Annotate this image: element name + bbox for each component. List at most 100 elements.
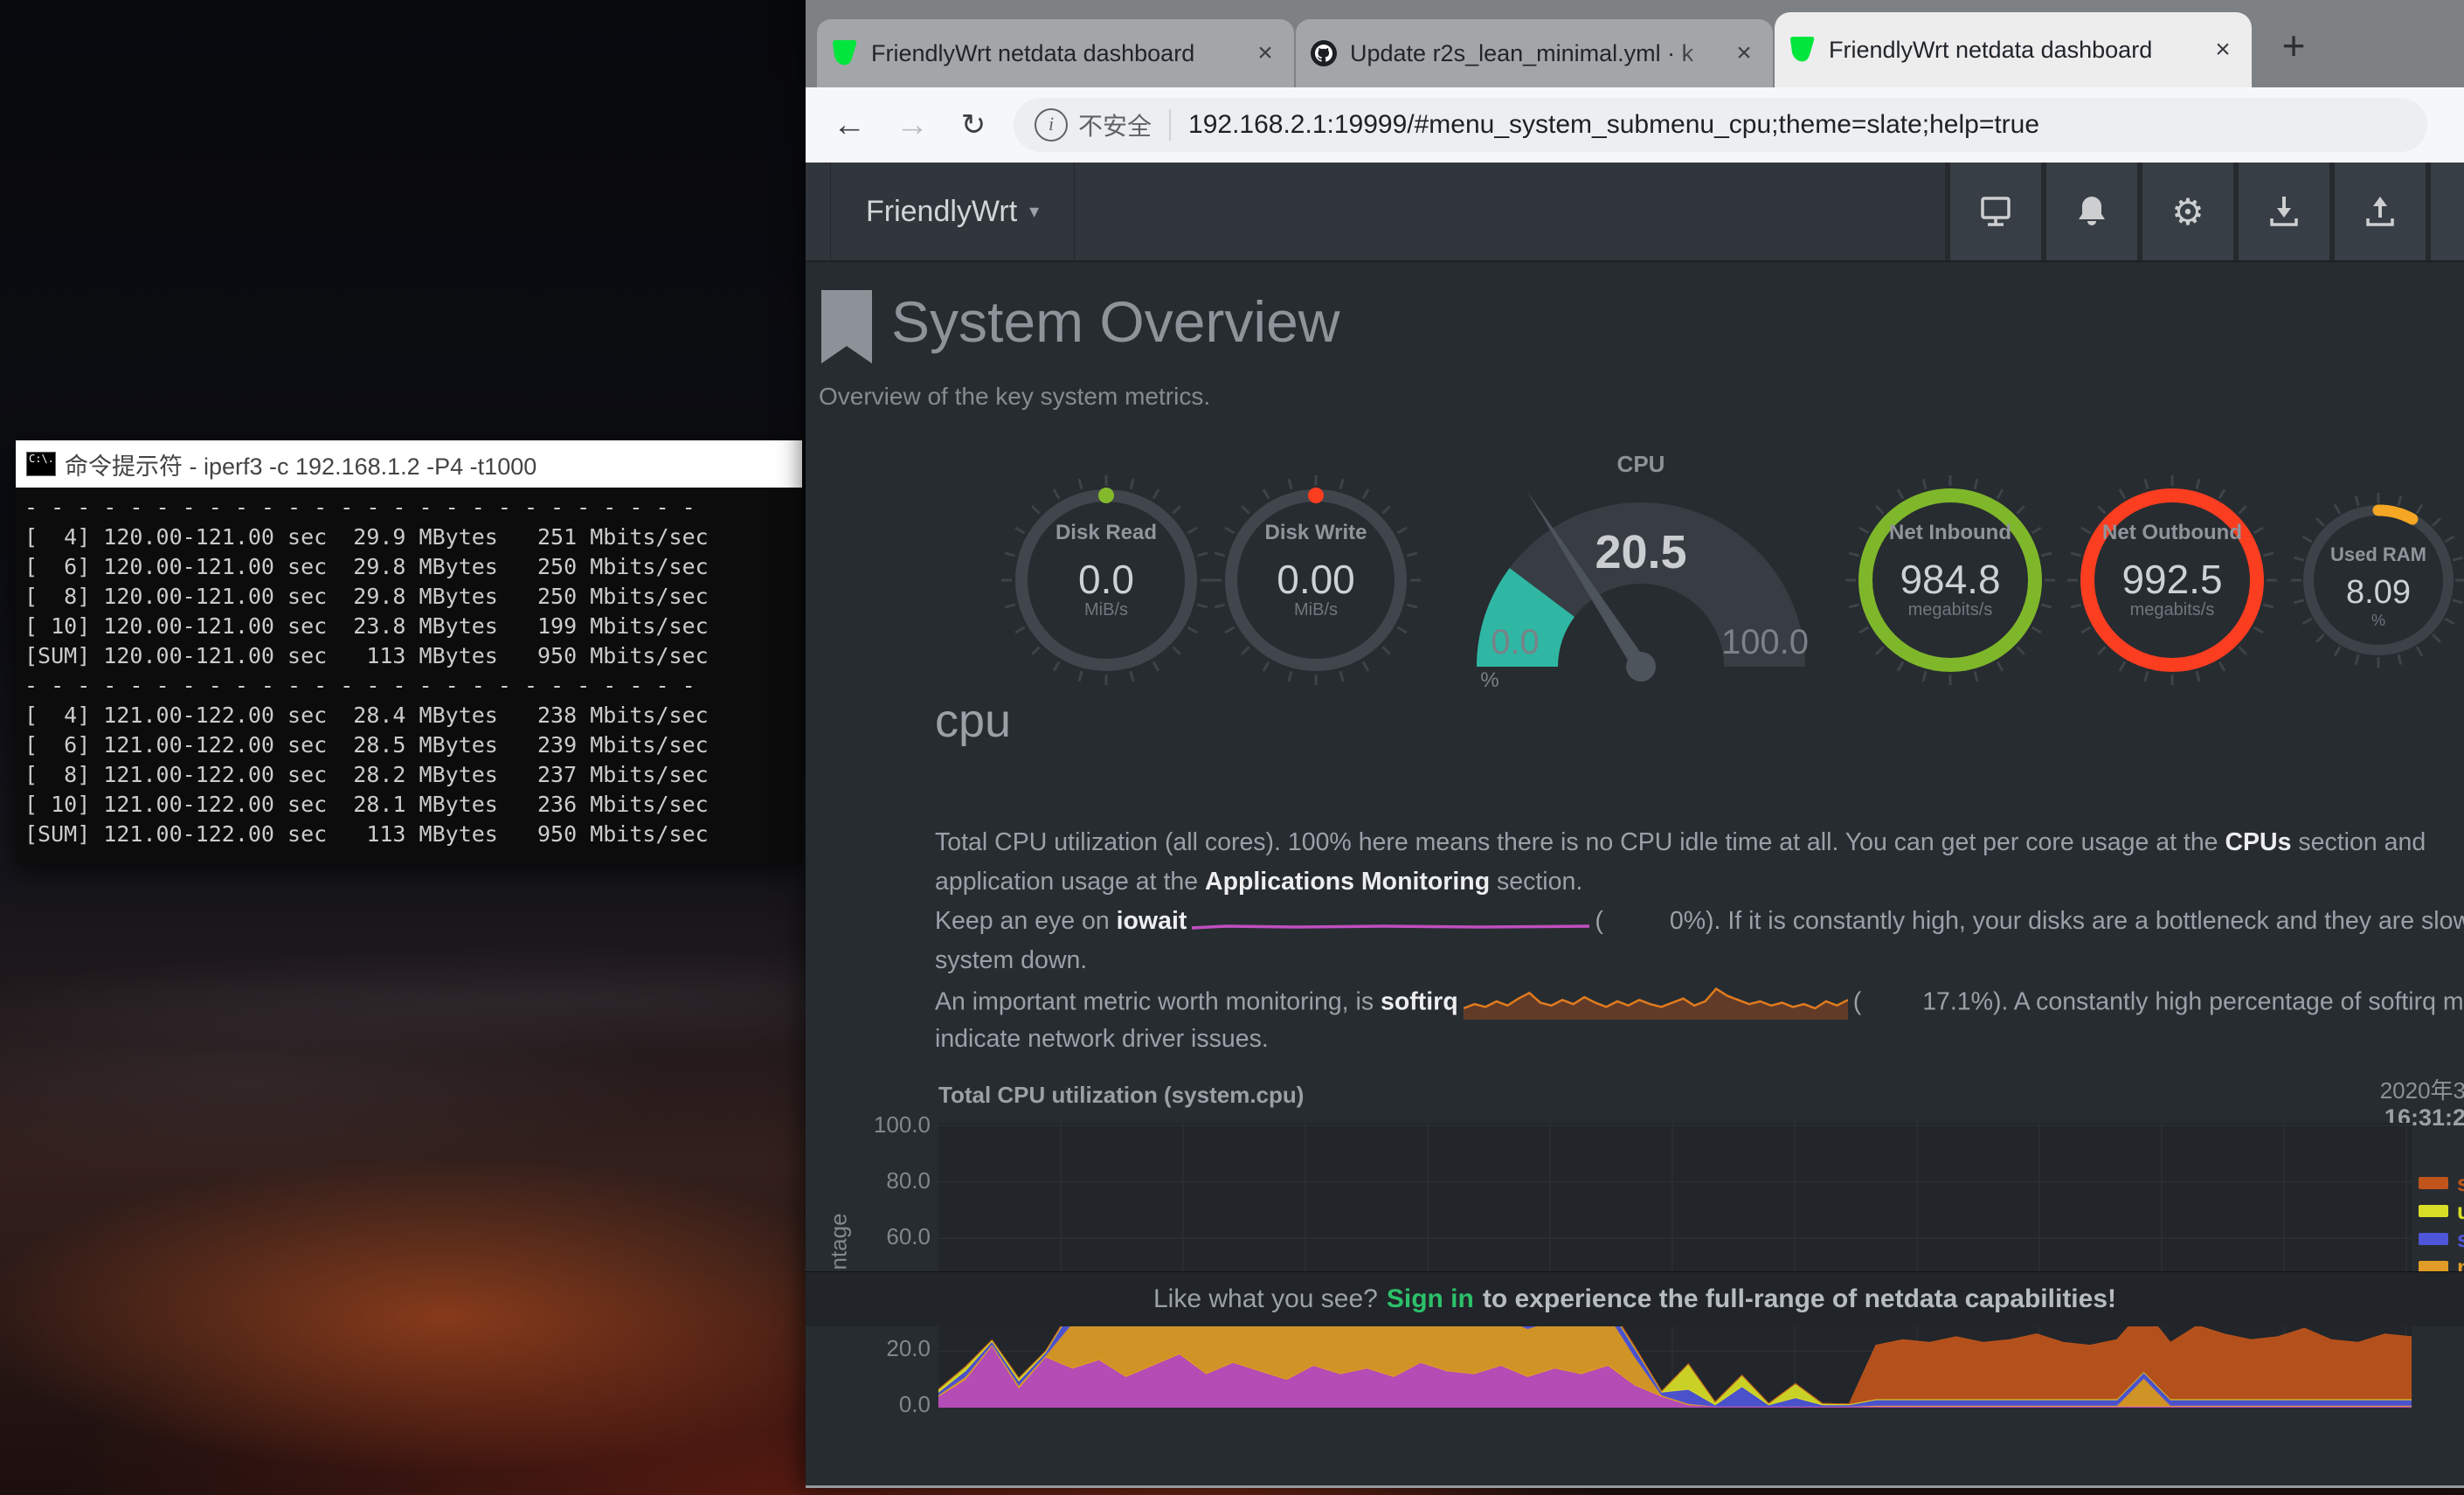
- svg-text:984.8: 984.8: [1900, 557, 2000, 602]
- info-icon: i: [1035, 108, 1068, 142]
- svg-text:%: %: [2371, 612, 2385, 629]
- gauge-net-inbound[interactable]: Net Inbound 984.8megabits/s: [1837, 449, 2064, 711]
- forward-button[interactable]: →: [886, 87, 938, 163]
- chart-title: Total CPU utilization (system.cpu): [938, 1082, 1304, 1109]
- gauge-net-outbound[interactable]: Net Outbound 992.5megabits/s: [2059, 449, 2286, 711]
- tab-strip: FriendlyWrt netdata dashboard×Update r2s…: [806, 0, 2464, 87]
- terminal-output[interactable]: - - - - - - - - - - - - - - - - - - - - …: [16, 488, 802, 865]
- terminal-line: [ 8] 121.00-122.00 sec 28.2 MBytes 237 M…: [24, 760, 802, 790]
- svg-text:MiB/s: MiB/s: [1294, 600, 1338, 619]
- tab-close-icon[interactable]: ×: [2208, 35, 2238, 65]
- chip-separator: [1169, 109, 1171, 141]
- browser-toolbar: ← → ↻ i 不安全 192.168.2.1:19999/#menu_syst…: [806, 87, 2464, 163]
- netdata-favicon: [1789, 36, 1817, 64]
- gauge-disk-read[interactable]: Disk Read0.0MiB/s: [993, 449, 1220, 711]
- terminal-line: - - - - - - - - - - - - - - - - - - - - …: [24, 493, 802, 523]
- y-tick-label: 80.0: [834, 1167, 931, 1194]
- svg-text:Disk Read: Disk Read: [1056, 521, 1157, 544]
- browser-tab[interactable]: Update r2s_lean_minimal.yml · k×: [1296, 19, 1773, 87]
- terminal-line: [ 10] 120.00-121.00 sec 23.8 MBytes 199 …: [24, 612, 802, 641]
- metric-name: iowait: [1117, 907, 1187, 935]
- terminal-line: [ 8] 120.00-121.00 sec 29.8 MBytes 250 M…: [24, 582, 802, 612]
- inline-sparkline-softirq[interactable]: [1464, 980, 1848, 1020]
- svg-text:20.5: 20.5: [1595, 526, 1686, 578]
- legend-label: system: [2457, 1226, 2464, 1253]
- svg-text:0.00: 0.00: [1277, 557, 1355, 602]
- svg-text:Disk Write: Disk Write: [1265, 521, 1367, 544]
- netdata-favicon: [831, 39, 859, 67]
- legend-item-softirq[interactable]: softirq: [2419, 1169, 2464, 1197]
- browser-tab[interactable]: FriendlyWrt netdata dashboard×: [1775, 12, 2252, 87]
- metric-name: softirq: [1381, 988, 1458, 1016]
- gauge-cpu[interactable]: CPU 20.5 0.0 100.0%: [1457, 435, 1824, 723]
- description-line: indicate network driver issues.: [935, 1020, 2464, 1059]
- terminal-title: 命令提示符 - iperf3 -c 192.168.1.2 -P4 -t1000: [65, 447, 536, 481]
- netdata-page: FriendlyWrt ▾ ⚙: [806, 163, 2464, 1434]
- github-favicon: [1310, 39, 1338, 67]
- legend-item-user[interactable]: user: [2419, 1197, 2464, 1225]
- inline-link[interactable]: Applications Monitoring: [1205, 868, 1490, 896]
- section-heading-cpu: cpu: [935, 694, 1011, 748]
- svg-text:100.0: 100.0: [1721, 623, 1809, 661]
- y-tick-label: 100.0: [834, 1111, 931, 1139]
- tab-close-icon[interactable]: ×: [1250, 38, 1280, 68]
- svg-text:%: %: [1480, 668, 1498, 692]
- terminal-window[interactable]: C:\. 命令提示符 - iperf3 -c 192.168.1.2 -P4 -…: [16, 440, 802, 865]
- tab-title: FriendlyWrt netdata dashboard: [1829, 37, 2208, 64]
- browser-window: FriendlyWrt netdata dashboard×Update r2s…: [806, 0, 2464, 1488]
- inline-sparkline-iowait[interactable]: [1192, 904, 1589, 941]
- gauge-disk-write[interactable]: Disk Write 0.00MiB/s: [1202, 449, 1429, 711]
- inline-link[interactable]: CPUs: [2225, 828, 2291, 856]
- description-line: An important metric worth monitoring, is…: [935, 980, 2464, 1020]
- tab-close-icon[interactable]: ×: [1729, 38, 1759, 68]
- tab-title: Update r2s_lean_minimal.yml · k: [1350, 40, 1729, 67]
- svg-text:megabits/s: megabits/s: [1908, 600, 1993, 619]
- svg-text:0.0: 0.0: [1078, 557, 1134, 602]
- reload-button[interactable]: ↻: [947, 87, 1000, 163]
- gauge-used-ram[interactable]: Used RAM 8.09%: [2265, 449, 2464, 711]
- address-bar[interactable]: i 不安全 192.168.2.1:19999/#menu_system_sub…: [1014, 98, 2427, 152]
- new-tab-button[interactable]: +: [2273, 26, 2315, 68]
- svg-text:8.09: 8.09: [2346, 574, 2411, 611]
- description-line: Total CPU utilization (all cores). 100% …: [935, 823, 2464, 862]
- y-tick-label: 0.0: [834, 1391, 931, 1418]
- svg-text:Net Inbound: Net Inbound: [1889, 521, 2011, 544]
- tab-title: FriendlyWrt netdata dashboard: [871, 40, 1250, 67]
- terminal-line: [ 6] 120.00-121.00 sec 29.8 MBytes 250 M…: [24, 552, 802, 582]
- description-line: system down.: [935, 941, 2464, 980]
- terminal-line: [ 6] 121.00-122.00 sec 28.5 MBytes 239 M…: [24, 730, 802, 760]
- svg-text:Net Outbound: Net Outbound: [2102, 521, 2242, 544]
- terminal-line: [ 4] 120.00-121.00 sec 29.9 MBytes 251 M…: [24, 523, 802, 552]
- cpu-description: Total CPU utilization (all cores). 100% …: [935, 823, 2464, 1059]
- security-chip[interactable]: i 不安全: [1035, 107, 1152, 142]
- svg-text:992.5: 992.5: [2121, 557, 2222, 602]
- terminal-line: [SUM] 120.00-121.00 sec 113 MBytes 950 M…: [24, 641, 802, 671]
- chart-y-axis-label: percentage: [826, 1183, 853, 1358]
- cpu-utilization-chart[interactable]: [938, 1123, 2412, 1412]
- svg-text:0.0: 0.0: [1491, 623, 1540, 661]
- legend-item-system[interactable]: system: [2419, 1225, 2464, 1253]
- svg-text:megabits/s: megabits/s: [2130, 600, 2215, 619]
- terminal-line: [ 4] 121.00-122.00 sec 28.4 MBytes 238 M…: [24, 701, 802, 730]
- legend-swatch: [2419, 1205, 2448, 1217]
- url-text[interactable]: 192.168.2.1:19999/#menu_system_submenu_c…: [1188, 110, 2039, 140]
- terminal-line: [ 10] 121.00-122.00 sec 28.1 MBytes 236 …: [24, 790, 802, 820]
- svg-text:CPU: CPU: [1617, 451, 1665, 477]
- netdata-signin-bar: Like what you see? Sign in to experience…: [806, 1271, 2464, 1326]
- terminal-line: [SUM] 121.00-122.00 sec 113 MBytes 950 M…: [24, 820, 802, 849]
- browser-tab[interactable]: FriendlyWrt netdata dashboard×: [817, 19, 1294, 87]
- legend-label: user: [2457, 1198, 2464, 1225]
- legend-swatch: [2419, 1177, 2448, 1189]
- security-label: 不安全: [1078, 107, 1152, 142]
- terminal-titlebar[interactable]: C:\. 命令提示符 - iperf3 -c 192.168.1.2 -P4 -…: [16, 440, 802, 488]
- svg-text:Used RAM: Used RAM: [2330, 543, 2426, 565]
- legend-label: softirq: [2457, 1170, 2464, 1197]
- sign-in-link[interactable]: Sign in: [1387, 1284, 1474, 1314]
- y-tick-label: 60.0: [834, 1223, 931, 1250]
- y-tick-label: 20.0: [834, 1335, 931, 1362]
- chart-date: 2020年3: [2380, 1073, 2464, 1105]
- cmd-icon: C:\.: [26, 452, 56, 476]
- back-button[interactable]: ←: [823, 87, 876, 163]
- description-line: Keep an eye on iowait(0%). If it is cons…: [935, 902, 2464, 941]
- footer-text-post: to experience the full-range of netdata …: [1483, 1284, 2116, 1314]
